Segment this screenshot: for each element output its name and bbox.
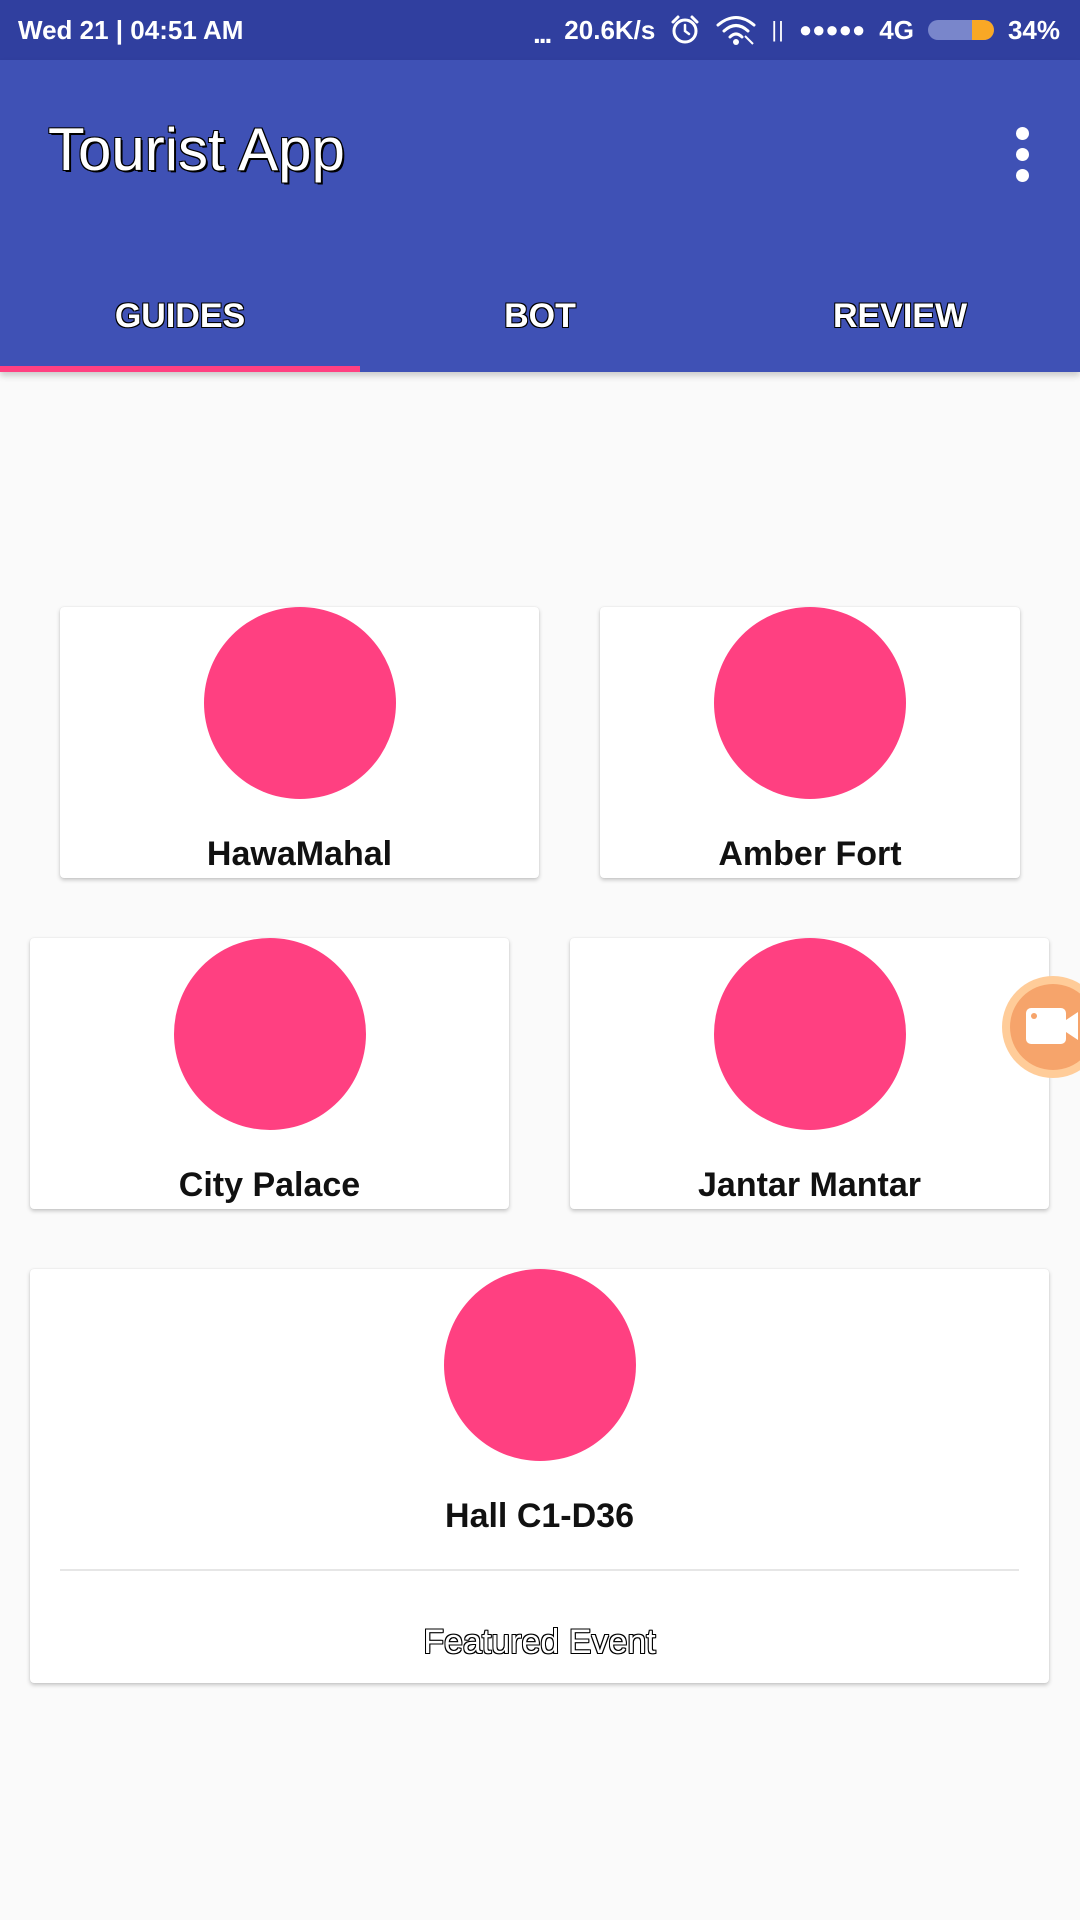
sim-divider: || — [771, 17, 785, 42]
wifi-icon — [715, 14, 757, 46]
alarm-icon — [669, 14, 701, 46]
status-datetime: Wed 21 | 04:51 AM — [18, 15, 244, 45]
battery-icon — [927, 20, 994, 40]
featured-event-card[interactable]: Hall C1-D36 Featured Event — [30, 1269, 1049, 1683]
network-speed: 20.6K/s — [564, 14, 656, 45]
guide-image-placeholder — [714, 938, 906, 1130]
guide-image-placeholder — [204, 607, 396, 799]
guide-image-placeholder — [714, 607, 906, 799]
featured-event-label: Featured Event — [423, 1623, 656, 1661]
tab-guides[interactable]: GUIDES — [0, 260, 360, 372]
battery-percent: 34% — [1007, 14, 1060, 45]
network-type: 4G — [879, 14, 914, 45]
guide-image-placeholder — [444, 1269, 636, 1461]
battery-level-fill — [971, 20, 994, 40]
status-bar: Wed 21 | 04:51 AM ... 20.6K/s || ●●●●● 4… — [0, 0, 1080, 60]
overflow-menu-icon[interactable] — [994, 114, 1050, 194]
guide-card-hawamahal[interactable]: HawaMahal — [60, 607, 539, 878]
guide-card-city-palace[interactable]: City Palace — [30, 938, 509, 1209]
selected-tab-indicator — [0, 366, 360, 372]
guide-card-amber-fort[interactable]: Amber Fort — [600, 607, 1020, 878]
guide-card-label: Hall C1-D36 — [445, 1497, 634, 1535]
more-notifications-indicator: ... — [532, 18, 552, 49]
tab-review[interactable]: REVIEW — [720, 260, 1080, 372]
app-bar: Tourist App GUIDES BOT REVIEW — [0, 60, 1080, 372]
guide-image-placeholder — [174, 938, 366, 1130]
tab-bot[interactable]: BOT — [360, 260, 720, 372]
card-divider — [60, 1569, 1019, 1571]
guide-card-jantar-mantar[interactable]: Jantar Mantar — [570, 938, 1049, 1209]
signal-strength-icon: ●●●●● — [798, 17, 866, 42]
app-title: Tourist App — [48, 116, 345, 183]
guide-card-label: Amber Fort — [718, 835, 902, 873]
tab-bar: GUIDES BOT REVIEW — [0, 260, 1080, 372]
guide-card-label: City Palace — [178, 1166, 361, 1204]
status-indicators: ... 20.6K/s || ●●●●● 4G 34% — [533, 10, 1060, 50]
guide-card-label: HawaMahal — [206, 835, 393, 873]
guide-card-label: Jantar Mantar — [698, 1166, 921, 1204]
video-camera-icon — [1024, 1004, 1080, 1053]
